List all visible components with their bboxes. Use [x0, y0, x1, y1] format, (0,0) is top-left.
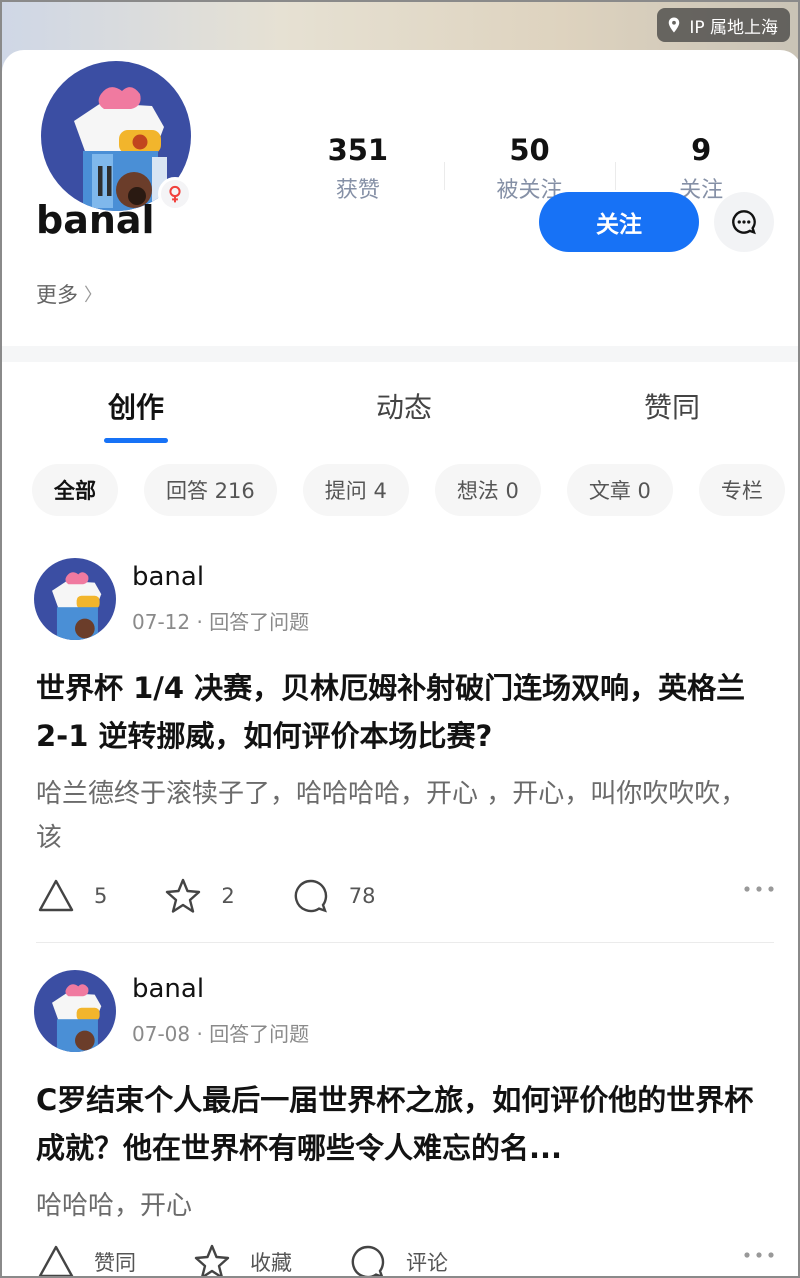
profile-card: 351 获赞 50 被关注 9 关注 banal 关注 更多 〉 [2, 50, 798, 350]
avatar-image [34, 558, 116, 640]
post-excerpt[interactable]: 哈兰德终于滚犊子了，哈哈哈哈，开心 ，开心，叫你吹吹吹，该 [36, 772, 766, 860]
post-actions: 赞同 收藏 评论 [36, 1240, 776, 1276]
avatar-image [34, 970, 116, 1052]
chevron-right-icon: 〉 [84, 285, 102, 306]
stat-label: 获赞 [335, 178, 380, 203]
active-tab-indicator [104, 438, 168, 443]
upvote-button[interactable]: 5 [36, 876, 107, 916]
author-name[interactable]: banal [132, 974, 204, 1004]
post-actions: 5 2 78 [36, 874, 776, 918]
star-icon [166, 878, 201, 913]
upvote-count: 5 [94, 884, 108, 908]
profile-tabs: 创作 动态 赞同 [2, 362, 798, 450]
ip-location-text: IP 属地上海 [689, 17, 778, 38]
chip-questions[interactable]: 提问 4 [302, 464, 409, 516]
stat-value: 50 [509, 133, 550, 167]
post-meta: 07-12 · 回答了问题 [132, 610, 310, 634]
profile-stats: 351 获赞 50 被关注 9 关注 [272, 132, 787, 212]
comment-icon [294, 879, 327, 913]
profile-screen: IP 属地上海 351 获赞 50 被关注 9 关注 banal 关注 更多 〉… [0, 0, 800, 1278]
follow-button[interactable]: 关注 [539, 192, 699, 252]
tab-upvotes[interactable]: 赞同 [602, 386, 742, 426]
feed-item[interactable]: banal 07-08 · 回答了问题 C罗结束个人最后一届世界杯之旅，如何评价… [2, 970, 798, 1276]
comment-button[interactable]: 78 [291, 876, 376, 916]
message-button[interactable] [714, 192, 774, 252]
tab-activity[interactable]: 动态 [334, 386, 474, 426]
post-title[interactable]: C罗结束个人最后一届世界杯之旅，如何评价他的世界杯成就？他在世界杯有哪些令人难忘… [36, 1076, 776, 1172]
favorite-button[interactable]: 2 [163, 876, 235, 916]
author-avatar[interactable] [34, 558, 116, 640]
chip-all[interactable]: 全部 [32, 464, 118, 516]
chip-answers[interactable]: 回答 216 [144, 464, 277, 516]
comment-icon [351, 1245, 385, 1276]
comment-label: 评论 [406, 1251, 448, 1275]
more-label: 更多 [36, 283, 78, 307]
author-name[interactable]: banal [132, 562, 204, 592]
female-gender-icon [158, 177, 192, 211]
favorite-count: 2 [221, 884, 235, 908]
upvote-label: 赞同 [94, 1251, 136, 1275]
star-icon [194, 1244, 230, 1276]
triangle-upvote-icon [38, 879, 74, 912]
content-filter-chips: 全部 回答 216 提问 4 想法 0 文章 0 专栏 [32, 464, 798, 516]
comment-count: 78 [348, 884, 376, 908]
post-excerpt[interactable]: 哈哈哈，开心 [36, 1184, 766, 1228]
stat-likes[interactable]: 351 获赞 [272, 132, 444, 212]
more-options-icon[interactable] [742, 1250, 776, 1260]
profile-username: banal [36, 198, 155, 242]
section-separator [2, 346, 798, 362]
more-options-icon[interactable] [742, 884, 776, 894]
location-pin-icon [669, 17, 680, 33]
comment-button[interactable]: 评论 [348, 1242, 448, 1276]
triangle-upvote-icon [38, 1245, 74, 1276]
feed-divider [36, 942, 774, 943]
ip-location-badge: IP 属地上海 [657, 8, 790, 42]
chip-thoughts[interactable]: 想法 0 [434, 464, 541, 516]
chip-articles[interactable]: 文章 0 [566, 464, 673, 516]
favorite-button[interactable]: 收藏 [192, 1242, 292, 1276]
chat-bubble-icon [732, 210, 756, 235]
chip-columns[interactable]: 专栏 [698, 464, 785, 516]
stat-value: 9 [691, 133, 712, 167]
favorite-label: 收藏 [250, 1251, 292, 1275]
upvote-button[interactable]: 赞同 [36, 1242, 136, 1276]
tab-creations[interactable]: 创作 [66, 386, 206, 426]
author-avatar[interactable] [34, 970, 116, 1052]
post-title[interactable]: 世界杯 1/4 决赛，贝林厄姆补射破门连场双响，英格兰 2-1 逆转挪威，如何评… [36, 664, 776, 760]
feed-item[interactable]: banal 07-12 · 回答了问题 世界杯 1/4 决赛，贝林厄姆补射破门连… [2, 558, 798, 938]
stat-value: 351 [327, 133, 389, 167]
more-info-link[interactable]: 更多 〉 [36, 279, 102, 309]
post-meta: 07-08 · 回答了问题 [132, 1022, 310, 1046]
